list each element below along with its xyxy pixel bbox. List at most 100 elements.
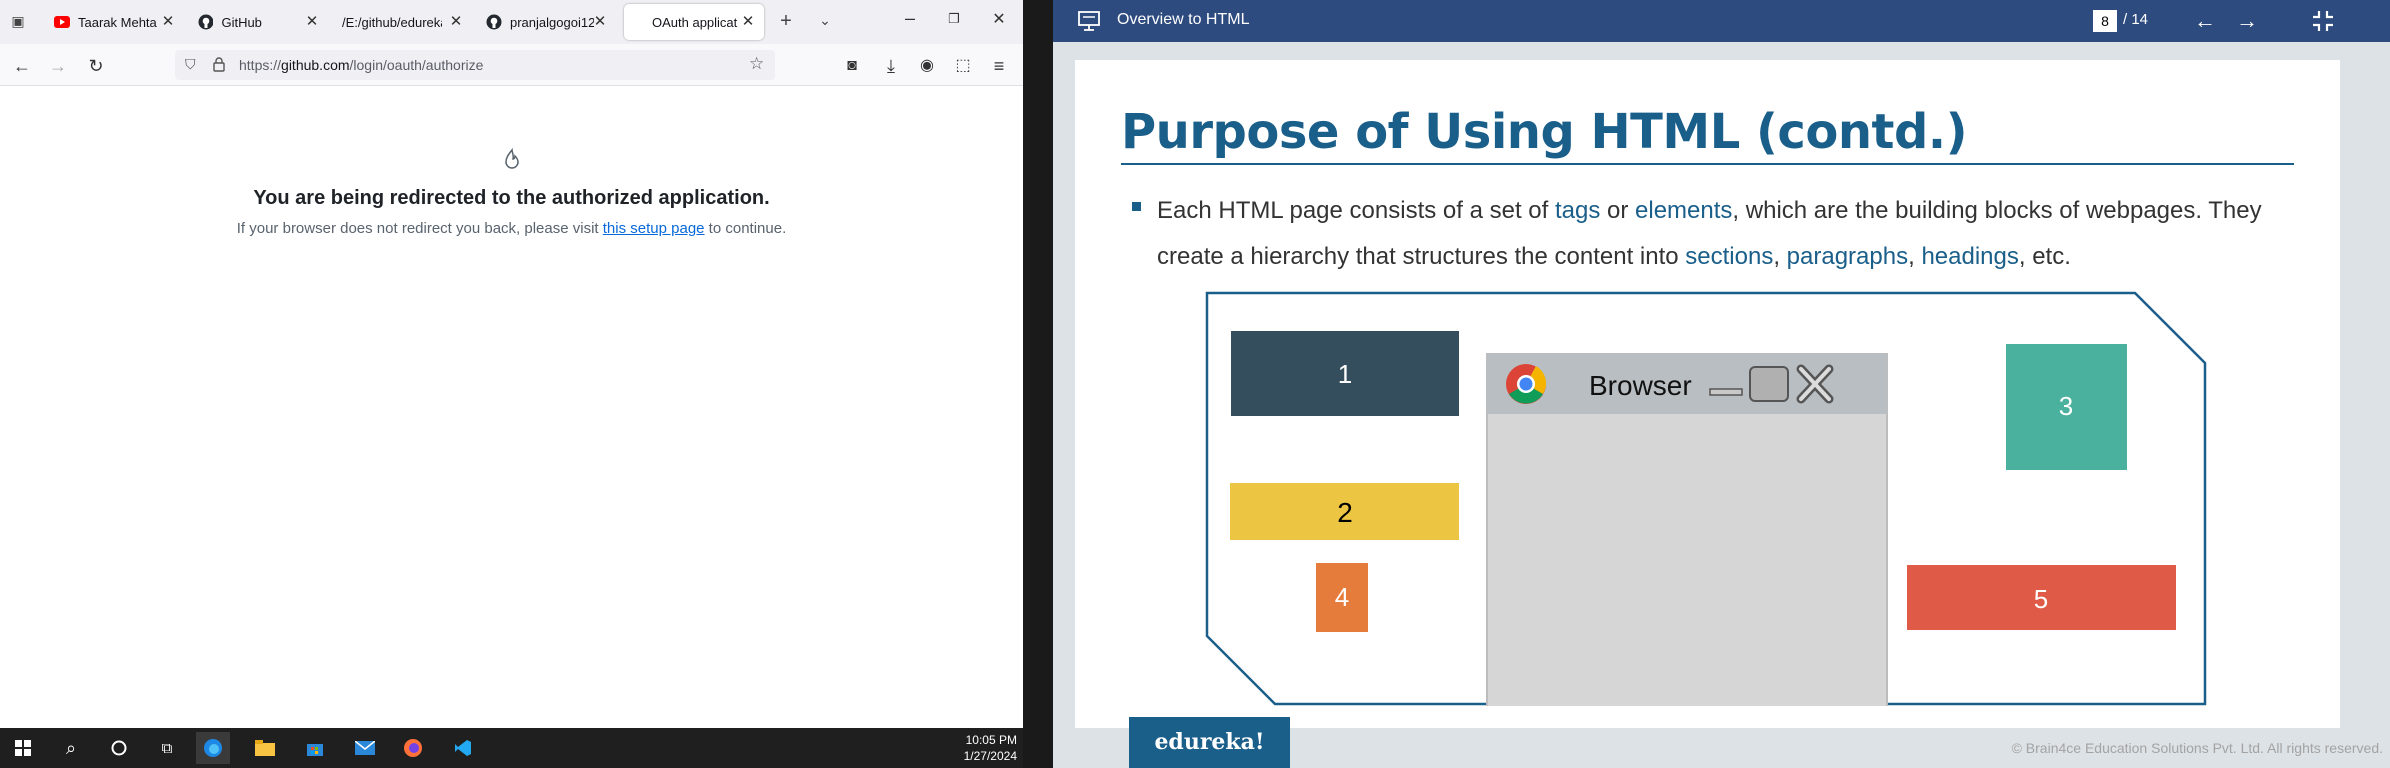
shield-icon[interactable]: ⛉ [185,56,196,73]
tab-youtube[interactable]: Taarak Mehta Ka ✕ [44,4,184,40]
title-underline [1121,163,2294,165]
chevron-down-icon[interactable]: ⌄ [815,12,835,29]
highlighted-term: headings [1921,243,2019,270]
next-slide-icon[interactable]: → [2235,9,2259,33]
pocket-icon[interactable]: ◙ [840,54,864,78]
edge-logo [204,739,222,757]
redirect-title: You are being redirected to the authoriz… [253,187,770,209]
store-icon[interactable] [298,732,332,764]
highlighted-term: tags [1554,197,1601,224]
maximize-icon [1749,366,1789,402]
tab-pranjal[interactable]: pranjalgogoi120 ✕ [476,4,616,40]
folder-shape [255,740,275,756]
subtitle-text-end: to continue. [704,220,787,237]
highlighted-term: elements [1635,197,1733,224]
url-prefix: https:// [239,57,282,73]
store-bag [307,744,323,756]
subtitle-text: If your browser does not redirect you ba… [236,220,603,237]
block-3-label: 3 [2059,391,2073,421]
tab-label: pranjalgogoi120 [510,14,594,30]
url-path: /login/oauth/authorize [349,57,484,73]
mail-icon[interactable] [348,732,382,764]
close-icon[interactable]: ✕ [158,12,178,30]
setup-page-link[interactable]: this setup page [603,220,705,237]
close-icon[interactable]: ✕ [590,12,610,30]
menu-icon[interactable]: ≡ [987,54,1011,78]
tab-local-file[interactable]: /E:/github/edureka- ✕ [332,4,472,40]
firefox-view-icon[interactable]: ▣ [8,13,28,31]
tab-github[interactable]: GitHub ✕ [188,4,328,40]
edge-icon[interactable] [196,732,230,764]
lock-icon[interactable] [213,57,225,72]
slide: Purpose of Using HTML (contd.) Each HTML… [1075,60,2340,728]
bullet-segment: , etc. [2018,243,2071,270]
clock-date: 1/27/2024 [963,749,1017,763]
forward-icon[interactable]: → [46,54,70,78]
extensions-icon[interactable]: ⬚ [951,54,975,78]
exit-fullscreen-icon[interactable] [2311,9,2335,33]
total-pages: / 14 [2123,11,2149,28]
restore-icon[interactable]: ❐ [944,11,964,27]
url-bar[interactable]: ⛉ https://github.com/login/oauth/authori… [175,50,775,80]
vscode-icon[interactable] [446,732,480,764]
minimize-icon[interactable]: – [900,8,920,29]
bullet-marker [1132,202,1141,211]
cortana-circle [111,740,127,756]
presentation-icon [1078,11,1100,31]
download-icon[interactable]: ⤓ [879,54,903,78]
highlighted-term: sections [1685,243,1774,270]
system-clock[interactable]: 10:05 PM 1/27/2024 [964,732,1017,764]
copyright-notice: © Brain4ce Education Solutions Pvt. Ltd.… [2011,740,2383,756]
task-view-icon[interactable]: ⧉ [150,732,184,764]
cortana-icon[interactable] [102,732,136,764]
clock-time: 10:05 PM [965,733,1017,747]
firefox-icon[interactable] [396,732,430,764]
back-icon[interactable]: ← [10,54,34,78]
search-icon[interactable]: ⌕ [54,732,88,764]
close-icon[interactable]: ✕ [302,12,322,30]
viewer-toolbar: Overview to HTML 8 / 14 ← → [1053,0,2390,42]
youtube-icon [54,16,70,28]
slide-viewer: Overview to HTML 8 / 14 ← → Purpose of U… [1053,0,2390,768]
highlighted-term: paragraphs [1786,243,1909,270]
reload-icon[interactable]: ↻ [84,54,108,78]
bullet-segment: , [1908,243,1922,270]
chrome-icon [1506,364,1547,404]
windows-icon [15,740,31,756]
tab-oauth[interactable]: OAuth applicatio ✕ [624,4,764,40]
account-icon[interactable]: ◉ [915,54,939,78]
start-button[interactable] [6,732,40,764]
bookmark-star-icon[interactable]: ☆ [749,54,764,74]
minimize-icon [1709,388,1743,396]
previous-slide-icon[interactable]: ← [2193,9,2217,33]
tab-label: OAuth applicatio [652,14,738,30]
bullet-segment: , [1773,243,1787,270]
page-content: You are being redirected to the authoriz… [0,87,1023,728]
block-4-label: 4 [1335,582,1349,612]
block-1-label: 1 [1338,359,1352,389]
redirect-subtitle: If your browser does not redirect you ba… [0,220,1023,237]
bullet-segment: or [1600,197,1636,224]
windows-taskbar: ⌕ ⧉ 10:05 PM 1/27/2024 [0,728,1023,768]
edureka-logo: edureka! [1129,717,1290,768]
current-page-input[interactable]: 8 [2093,10,2117,32]
close-icon[interactable]: ✕ [446,12,466,30]
slide-title: Purpose of Using HTML (contd.) [1121,104,1968,160]
window-close-icon[interactable]: ✕ [989,9,1009,29]
file-explorer-icon[interactable] [248,732,282,764]
bullet-segment: Each HTML page consists of a set of [1157,197,1555,224]
mail-envelope [355,741,375,755]
layout-diagram: 1 2 3 4 5 Browser [1205,291,2207,706]
block-2-label: 2 [1337,497,1353,528]
github-icon [198,14,214,30]
firefox-logo [404,739,422,757]
tab-label: /E:/github/edureka- [342,14,442,30]
tab-label: Taarak Mehta Ka [78,14,160,30]
vscode-logo [455,740,471,756]
browser-window: ▣ Taarak Mehta Ka ✕ GitHub ✕ /E:/github/… [0,0,1023,768]
close-icon[interactable]: ✕ [738,12,758,30]
url-text[interactable]: https://github.com/login/oauth/authorize [239,57,483,73]
bullet-text: Each HTML page consists of a set of tags… [1157,188,2317,280]
new-tab-icon[interactable]: + [776,10,796,33]
github-icon [486,14,502,30]
